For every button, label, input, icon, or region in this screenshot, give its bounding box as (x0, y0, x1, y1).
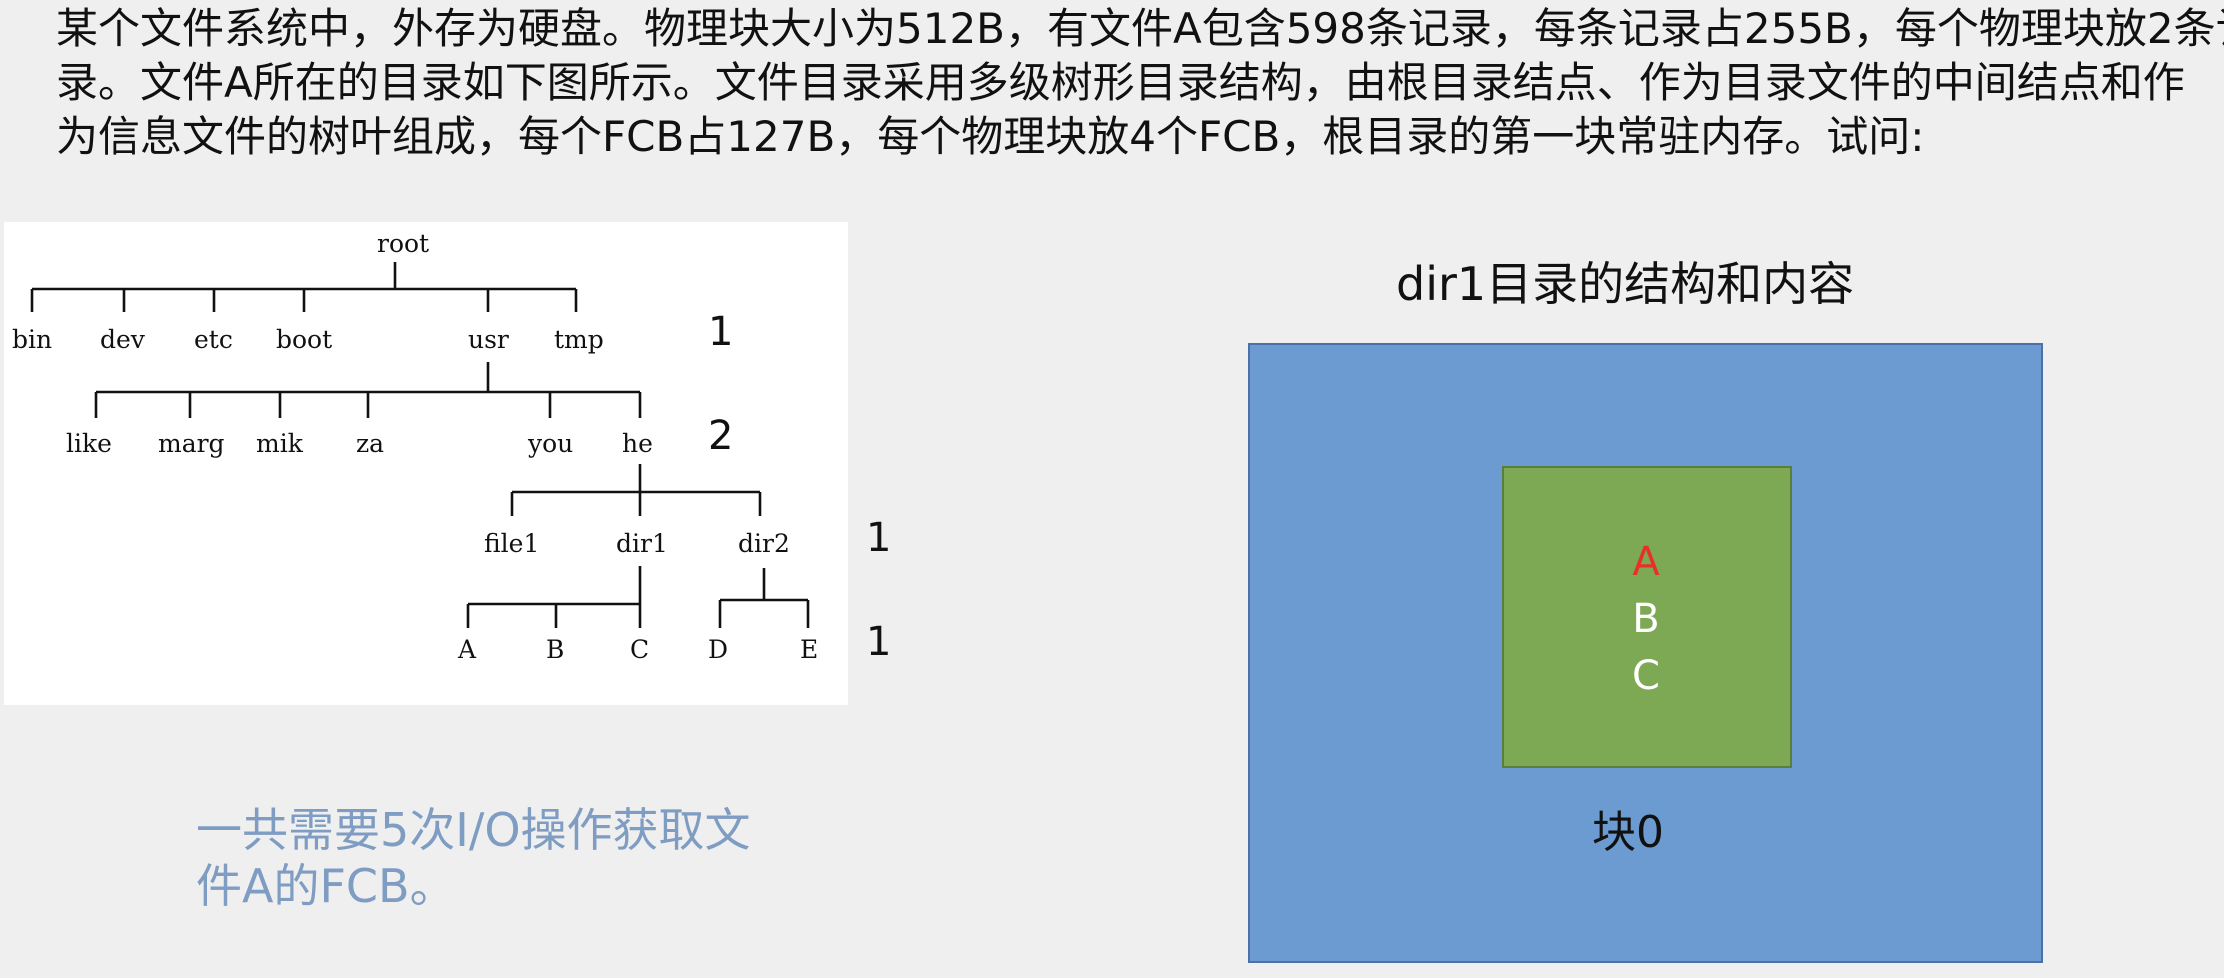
tree-node-za: za (356, 429, 384, 458)
level-label-4: 1 (866, 619, 892, 665)
tree-node-he: he (622, 429, 653, 458)
question-line-3: 为信息文件的树叶组成，每个FCB占127B，每个物理块放4个FCB，根目录的第一… (56, 112, 1925, 161)
block-0-label: 块0 (1592, 807, 1664, 858)
tree-node-like: like (66, 429, 112, 458)
level-label-3: 1 (866, 515, 892, 561)
question-line-1: 某个文件系统中，外存为硬盘。物理块大小为512B，有文件A包含598条记录，每条… (56, 4, 2224, 53)
tree-node-E: E (800, 635, 818, 664)
fcb-entry-B: B (1632, 596, 1660, 642)
tree-node-D: D (708, 635, 728, 664)
level-label-1: 1 (708, 309, 734, 355)
tree-node-bin: bin (12, 325, 52, 354)
tree-node-root: root (377, 229, 429, 258)
directory-tree-svg: root bin dev etc boot usr tmp like marg … (12, 229, 818, 664)
tree-node-you: you (527, 429, 573, 458)
question-text: 某个文件系统中，外存为硬盘。物理块大小为512B，有文件A包含598条记录，每条… (56, 2, 2224, 164)
tree-node-boot: boot (276, 325, 332, 354)
directory-tree-figure: root bin dev etc boot usr tmp like marg … (4, 222, 848, 705)
tree-node-tmp: tmp (554, 325, 604, 354)
tree-node-C: C (630, 635, 649, 664)
tree-node-dev: dev (100, 325, 146, 354)
tree-node-etc: etc (194, 325, 233, 354)
fcb-entry-C: C (1632, 653, 1660, 699)
question-line-2: 录。文件A所在的目录如下图所示。文件目录采用多级树形目录结构，由根目录结点、作为… (56, 58, 2185, 107)
tree-node-marg: marg (158, 429, 225, 458)
tree-node-dir2: dir2 (738, 529, 790, 558)
tree-node-mik: mik (256, 429, 304, 458)
tree-node-B: B (546, 635, 564, 664)
level-label-2: 2 (708, 413, 734, 459)
fcb-entry-A: A (1632, 539, 1660, 585)
answer-text: 一共需要5次I/O操作获取文 件A的FCB。 (196, 802, 796, 914)
tree-node-usr: usr (468, 325, 509, 354)
tree-node-file1: file1 (484, 529, 539, 558)
dir1-panel-title: dir1目录的结构和内容 (1396, 257, 1855, 311)
tree-node-dir1: dir1 (616, 529, 668, 558)
tree-node-A: A (457, 635, 477, 664)
answer-line-2: 件A的FCB。 (196, 859, 456, 913)
answer-line-1: 一共需要5次I/O操作获取文 (196, 803, 751, 857)
